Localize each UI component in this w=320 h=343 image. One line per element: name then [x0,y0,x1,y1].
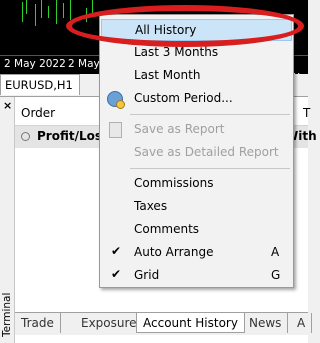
menu-item-label: Taxes [134,199,168,213]
menu-item-auto-arrange[interactable]: ✔ Auto Arrange A [101,242,292,264]
tab-exposure[interactable]: Exposure [75,313,144,333]
column-header-time[interactable]: T [303,106,310,120]
tab-trade[interactable]: Trade [15,313,61,333]
menu-item-label: Commissions [134,176,214,190]
menu-item-commissions[interactable]: Commissions [101,173,292,195]
menu-item-label: Last Month [134,68,201,82]
menu-item-label: Grid [134,268,160,282]
close-icon[interactable]: × [3,99,12,112]
menu-item-last-3-months[interactable]: Last 3 Months [101,42,292,64]
terminal-title: Terminal [1,292,13,337]
column-header-order[interactable]: Order [21,106,55,120]
menu-item-label: Custom Period... [134,91,233,105]
calendar-clock-icon [107,91,125,109]
menu-item-label: Save as Detailed Report [134,145,279,159]
menu-item-label: Save as Report [134,122,225,136]
menu-item-label: All History [135,23,197,37]
tab-news[interactable]: News [243,313,289,333]
menu-shortcut: A [271,245,280,259]
date-label: 2 May 2022 [4,58,66,70]
menu-item-label: Auto Arrange [134,245,214,259]
menu-item-all-history[interactable]: All History [101,19,292,41]
menu-item-label: Last 3 Months [134,45,219,59]
tab-more[interactable]: A [291,313,313,333]
tab-account-history[interactable]: Account History [136,313,245,333]
checkmark-icon: ✔ [111,244,122,258]
menu-separator [130,114,290,115]
summary-icon [21,132,30,141]
menu-item-comments[interactable]: Comments [101,219,292,241]
menu-item-label: Comments [134,222,200,236]
menu-shortcut: G [271,268,281,282]
menu-item-save-report[interactable]: Save as Report [101,119,292,141]
menu-item-last-month[interactable]: Last Month [101,65,292,87]
report-icon [109,122,122,138]
terminal-sidebar: × Terminal [0,97,15,343]
menu-item-grid[interactable]: ✔ Grid G [101,265,292,287]
tab-eurusd-h1[interactable]: EURUSD,H1 [0,74,80,95]
menu-item-taxes[interactable]: Taxes [101,196,292,218]
menu-item-custom-period[interactable]: Custom Period... [101,88,292,110]
checkmark-icon: ✔ [111,267,122,281]
menu-separator [130,168,290,169]
terminal-tabs: Trade Exposure Account History News A [15,312,313,335]
menu-item-save-detailed-report[interactable]: Save as Detailed Report [101,142,292,164]
context-menu: All History Last 3 Months Last Month Cus… [99,14,294,288]
